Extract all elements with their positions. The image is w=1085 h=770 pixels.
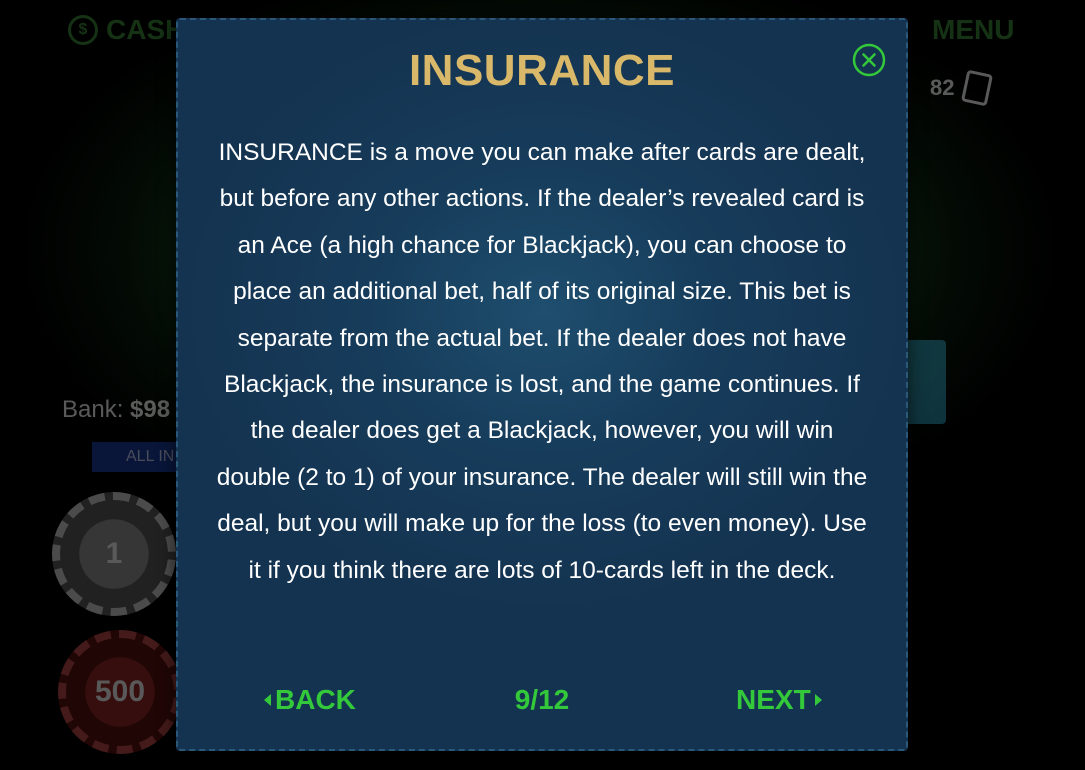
close-button[interactable]	[852, 43, 886, 77]
chip-value: 500	[94, 675, 146, 708]
deck-counter: 82	[930, 69, 994, 107]
menu-button[interactable]: MENU	[932, 14, 1014, 46]
rules-modal: INSURANCE INSURANCE is a move you can ma…	[176, 18, 908, 751]
chip-1[interactable]: 1	[52, 492, 176, 616]
bank-label: Bank:	[62, 396, 124, 423]
modal-footer: BACK 9/12 NEXT	[178, 684, 906, 728]
card-deck-icon	[961, 69, 994, 107]
next-label: NEXT	[736, 684, 811, 715]
cashier-icon: $	[68, 15, 98, 45]
modal-body-text: INSURANCE is a move you can make after c…	[216, 139, 868, 584]
next-button[interactable]: NEXT	[736, 684, 822, 716]
chip-value: 1	[105, 537, 123, 570]
bank-value: $98	[130, 396, 171, 423]
close-icon	[852, 43, 886, 77]
deck-count-value: 82	[930, 75, 955, 100]
bank-display: Bank: $98	[62, 396, 170, 424]
modal-title: INSURANCE	[408, 46, 676, 95]
chip-500[interactable]: 500	[58, 630, 182, 754]
game-stage: $ CASHIER MENU 82 Bank: $98 ALL IN 1 500…	[0, 0, 1085, 770]
chevron-right-icon	[814, 694, 822, 706]
